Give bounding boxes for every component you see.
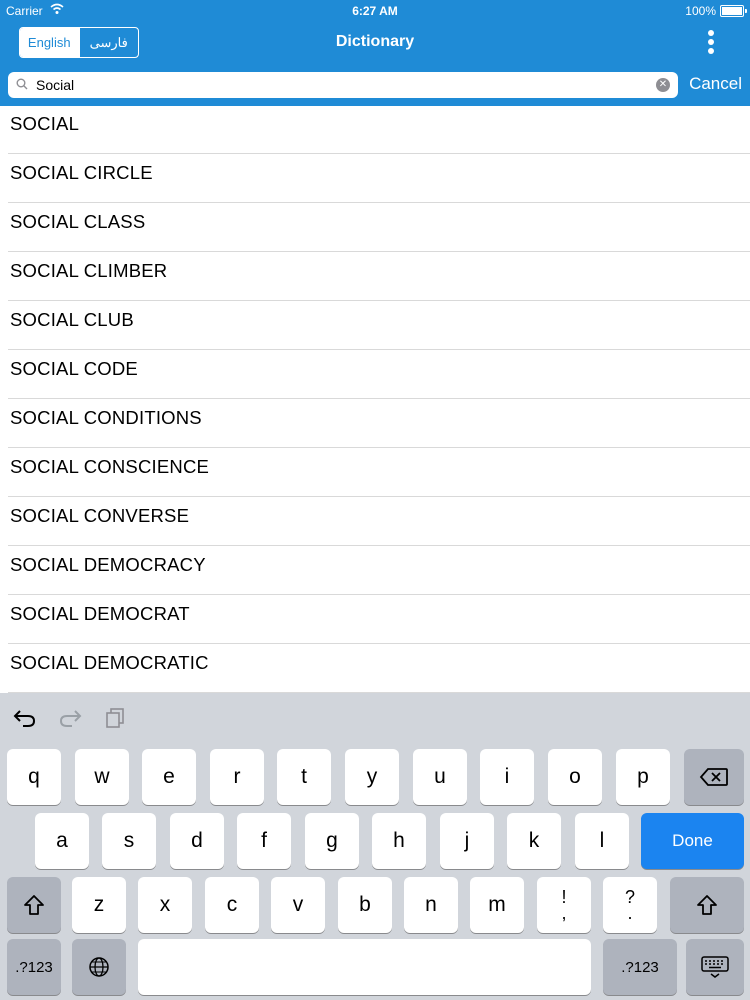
- globe-icon: [89, 957, 109, 977]
- list-item[interactable]: SOCIAL CONSCIENCE: [0, 449, 750, 497]
- list-item[interactable]: SOCIAL DEMOCRATIC: [0, 645, 750, 693]
- key-o[interactable]: o: [548, 749, 602, 805]
- key-e[interactable]: e: [142, 749, 196, 805]
- key-f[interactable]: f: [237, 813, 291, 869]
- key-n[interactable]: n: [404, 877, 458, 933]
- cancel-button[interactable]: Cancel: [689, 74, 742, 94]
- key-x[interactable]: x: [138, 877, 192, 933]
- key-b[interactable]: b: [338, 877, 392, 933]
- dismiss-keyboard-key[interactable]: [686, 939, 744, 995]
- key-l[interactable]: l: [575, 813, 629, 869]
- shift-icon: [24, 895, 44, 915]
- backspace-icon: [699, 768, 728, 786]
- numbers-key-right[interactable]: .?123: [603, 939, 677, 995]
- list-item-label: SOCIAL CODE: [10, 358, 138, 379]
- key-y[interactable]: y: [345, 749, 399, 805]
- search-input[interactable]: [36, 74, 636, 96]
- key-a[interactable]: a: [35, 813, 89, 869]
- battery-icon: [720, 5, 747, 17]
- status-bar: Carrier 6:27 AM 100%: [0, 0, 750, 22]
- page-title: Dictionary: [335, 33, 415, 50]
- key-j[interactable]: j: [440, 813, 494, 869]
- list-item[interactable]: SOCIAL DEMOCRAT: [0, 596, 750, 644]
- key-v[interactable]: v: [271, 877, 325, 933]
- keyboard-shortcut-bar: [0, 693, 750, 743]
- keyboard: q w e r t y u i o p a s d f g h j k l Do…: [0, 693, 750, 1000]
- app-header: Carrier 6:27 AM 100% English فارسی Dicti…: [0, 0, 750, 106]
- list-item[interactable]: SOCIAL CONDITIONS: [0, 400, 750, 448]
- numbers-key-left[interactable]: .?123: [7, 939, 61, 995]
- key-bottom-char: .: [627, 903, 633, 923]
- search-bar: ✕: [8, 72, 678, 98]
- list-item-label: SOCIAL CLASS: [10, 211, 146, 232]
- key-bottom-char: ,: [561, 903, 567, 923]
- globe-key[interactable]: [72, 939, 126, 995]
- list-item-label: SOCIAL CONSCIENCE: [10, 456, 210, 477]
- battery-percent: 100%: [685, 4, 716, 18]
- done-button[interactable]: Done: [641, 813, 744, 869]
- shift-key-right[interactable]: [670, 877, 744, 933]
- key-q[interactable]: q: [7, 749, 61, 805]
- list-item-label: SOCIAL CLUB: [10, 309, 134, 330]
- key-g[interactable]: g: [305, 813, 359, 869]
- shift-icon: [697, 895, 717, 915]
- key-i[interactable]: i: [480, 749, 534, 805]
- list-item[interactable]: SOCIAL CLIMBER: [0, 253, 750, 301]
- key-d[interactable]: d: [170, 813, 224, 869]
- list-item-label: SOCIAL DEMOCRAT: [10, 603, 190, 624]
- key-w[interactable]: w: [75, 749, 129, 805]
- key-z[interactable]: z: [72, 877, 126, 933]
- redo-icon[interactable]: [58, 708, 82, 728]
- list-item-label: SOCIAL CIRCLE: [10, 162, 153, 183]
- key-question-period[interactable]: ? .: [603, 877, 657, 933]
- key-k[interactable]: k: [507, 813, 561, 869]
- key-u[interactable]: u: [413, 749, 467, 805]
- list-item-label: SOCIAL CONVERSE: [10, 505, 190, 526]
- keyboard-dismiss-icon: [701, 956, 729, 978]
- key-m[interactable]: m: [470, 877, 524, 933]
- list-item[interactable]: SOCIAL CODE: [0, 351, 750, 399]
- results-list: SOCIAL SOCIAL CIRCLE SOCIAL CLASS SOCIAL…: [0, 106, 750, 693]
- shift-key-left[interactable]: [7, 877, 61, 933]
- list-item[interactable]: SOCIAL: [0, 106, 750, 154]
- undo-icon[interactable]: [13, 708, 37, 728]
- key-s[interactable]: s: [102, 813, 156, 869]
- more-options-icon[interactable]: [706, 30, 716, 54]
- list-item[interactable]: SOCIAL CONVERSE: [0, 498, 750, 546]
- list-item[interactable]: SOCIAL CIRCLE: [0, 155, 750, 203]
- search-icon: [16, 78, 28, 90]
- key-t[interactable]: t: [277, 749, 331, 805]
- list-item-label: SOCIAL DEMOCRATIC: [10, 652, 209, 673]
- key-c[interactable]: c: [205, 877, 259, 933]
- list-item-label: SOCIAL DEMOCRACY: [10, 554, 206, 575]
- backspace-key[interactable]: [684, 749, 744, 805]
- clock: 6:27 AM: [352, 4, 398, 18]
- key-r[interactable]: r: [210, 749, 264, 805]
- list-item-label: SOCIAL CLIMBER: [10, 260, 168, 281]
- key-h[interactable]: h: [372, 813, 426, 869]
- list-item[interactable]: SOCIAL DEMOCRACY: [0, 547, 750, 595]
- key-exclamation-comma[interactable]: ! ,: [537, 877, 591, 933]
- list-item[interactable]: SOCIAL CLUB: [0, 302, 750, 350]
- space-bar[interactable]: [138, 939, 591, 995]
- list-item-label: SOCIAL CONDITIONS: [10, 407, 202, 428]
- list-item-label: SOCIAL: [10, 113, 80, 134]
- key-p[interactable]: p: [616, 749, 670, 805]
- clear-search-icon[interactable]: ✕: [656, 78, 670, 92]
- list-item[interactable]: SOCIAL CLASS: [0, 204, 750, 252]
- paste-icon[interactable]: [104, 708, 128, 728]
